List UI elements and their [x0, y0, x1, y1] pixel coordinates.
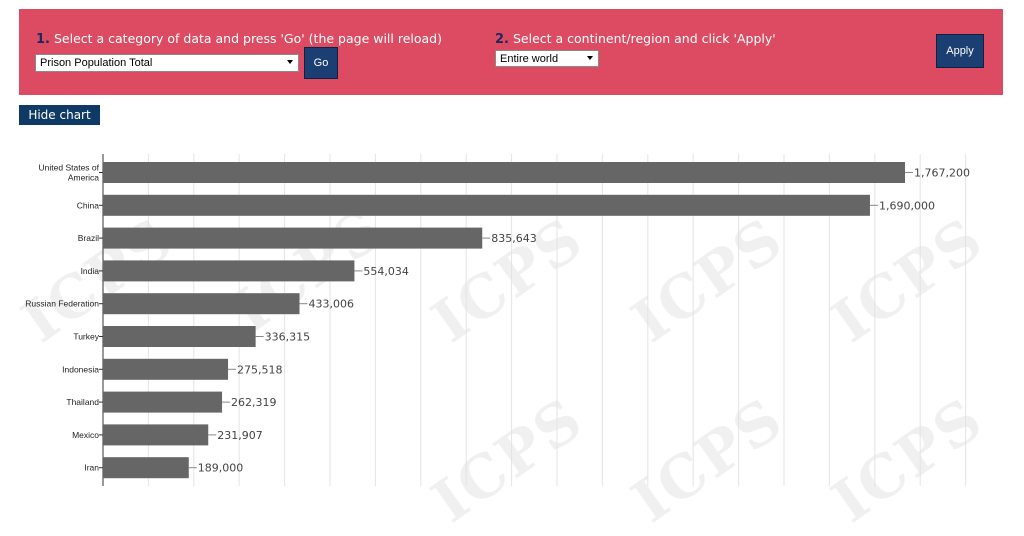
chevron-down-icon	[287, 60, 293, 64]
bar[interactable]	[103, 162, 905, 183]
bar[interactable]	[103, 326, 256, 347]
value-label: 231,907	[217, 429, 262, 442]
step2-text: Select a continent/region and click 'App…	[512, 31, 776, 46]
category-select-value: Prison Population Total	[40, 57, 153, 69]
step1-number: 1.	[36, 32, 50, 47]
value-label: 1,767,200	[914, 167, 970, 180]
bar[interactable]	[103, 424, 209, 446]
step1-text: Select a category of data and press 'Go'…	[53, 31, 442, 46]
step1-instruction: 1. Select a category of data and press 'G…	[36, 31, 442, 47]
bar[interactable]	[103, 260, 355, 282]
hide-chart-button[interactable]: Hide chart	[19, 105, 100, 125]
step2-instruction: 2. Select a continent/region and click 'A…	[495, 31, 776, 47]
value-label: 189,000	[198, 462, 244, 475]
category-select[interactable]: Prison Population Total	[35, 54, 299, 72]
value-label: 275,518	[237, 363, 283, 376]
category-label: Iran	[84, 463, 99, 473]
category-label: China	[77, 200, 99, 210]
bar[interactable]	[103, 391, 223, 413]
value-label: 1,690,000	[879, 199, 935, 212]
region-select-value: Entire world	[500, 53, 559, 65]
prison-population-chart: United States of America 1,767,200 China 1,6…	[25, 154, 970, 486]
bar[interactable]	[103, 293, 300, 315]
apply-button[interactable]: Apply	[936, 34, 984, 68]
value-label: 835,643	[491, 232, 537, 245]
category-label: Indonesia	[62, 364, 99, 374]
category-label: United States of America	[39, 163, 100, 183]
category-label: Turkey	[73, 332, 99, 342]
region-select[interactable]: Entire world	[495, 50, 599, 67]
category-label: Mexico	[72, 430, 99, 440]
bar[interactable]	[103, 194, 870, 216]
category-label: Brazil	[78, 233, 99, 243]
chevron-down-icon	[587, 56, 593, 60]
value-label: 336,315	[265, 331, 311, 344]
value-label: 433,006	[309, 298, 355, 311]
value-label: 262,319	[231, 396, 277, 409]
bar[interactable]	[103, 457, 189, 479]
filter-bar: 1. Select a category of data and press 'G…	[19, 9, 1003, 95]
step2-number: 2.	[495, 32, 509, 47]
category-label: India	[81, 266, 100, 276]
value-label: 554,034	[363, 265, 409, 278]
category-label: Russian Federation	[25, 299, 99, 309]
go-button[interactable]: Go	[304, 47, 338, 79]
bar[interactable]	[103, 227, 483, 249]
category-label: Thailand	[66, 397, 99, 407]
bar[interactable]	[103, 358, 229, 380]
